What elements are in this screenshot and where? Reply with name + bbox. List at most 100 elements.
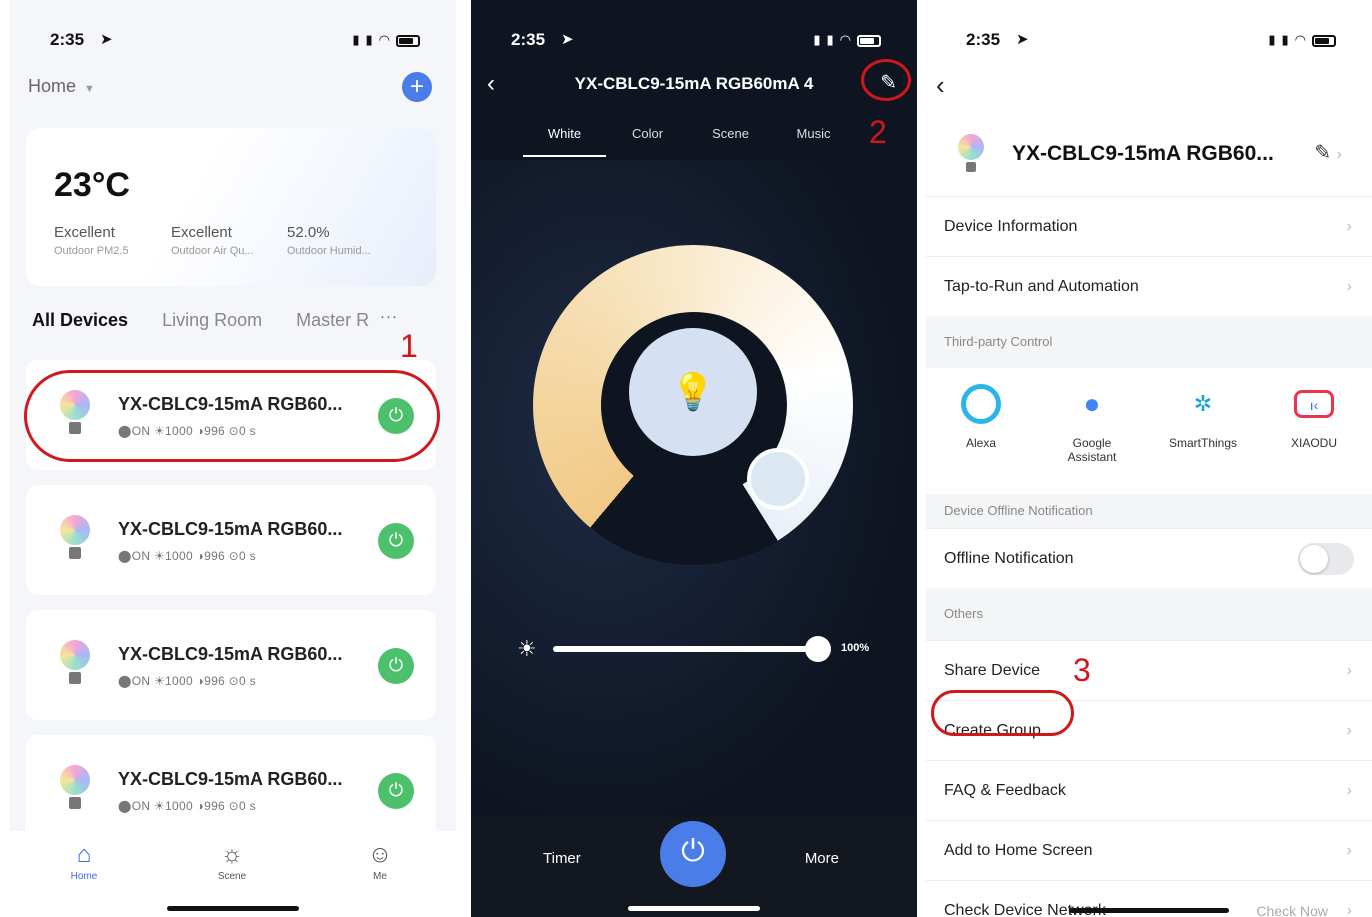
power-icon: ⏻	[681, 835, 705, 868]
chevron-down-icon: ▼	[84, 83, 95, 95]
device-card[interactable]: YX-CBLC9-15mA RGB60... ⬤ON ☀1000 ◑996 ⊙0…	[26, 610, 436, 720]
home-selector[interactable]: Home ▼	[28, 76, 95, 97]
battery-icon	[1312, 34, 1336, 47]
wheel-knob[interactable]	[747, 448, 809, 510]
add-device-button[interactable]: +	[402, 72, 432, 102]
stat-label: Outdoor Humid...	[287, 245, 371, 257]
wifi-icon: ◠	[1294, 32, 1312, 47]
device-title: YX-CBLC9-15mA RGB60mA 4	[574, 74, 814, 93]
third-party-google[interactable]: ● Google Assistant	[1037, 384, 1147, 464]
stat-value: 52.0%	[287, 224, 330, 241]
tab-master-room[interactable]: Master R	[296, 310, 369, 330]
stat-value: Excellent	[171, 224, 232, 241]
tab-music[interactable]: Music	[772, 126, 855, 141]
bulb-icon	[60, 765, 90, 811]
tab-scene[interactable]: Scene	[689, 126, 772, 141]
weather-stat: Excellent Outdoor PM2.5	[54, 224, 169, 257]
home-indicator	[628, 906, 760, 911]
chevron-right-icon: ›	[1346, 902, 1352, 917]
timer-button[interactable]: Timer	[543, 850, 581, 867]
tab-white[interactable]: White	[523, 126, 606, 157]
annotation-number-1: 1	[400, 328, 418, 364]
home-selector-label: Home	[28, 76, 77, 96]
signal-icon: ▮▮	[1268, 32, 1295, 47]
bulb-icon	[958, 134, 984, 174]
brightness-slider[interactable]	[553, 646, 821, 652]
device-meta: ⬤ON ☀1000 ◑996 ⊙0 s	[118, 799, 256, 813]
bulb-icon	[60, 640, 90, 686]
more-button[interactable]: More	[805, 850, 839, 867]
weather-stat: Excellent Outdoor Air Qu...	[171, 224, 286, 257]
main-power-button[interactable]: ⏻	[660, 821, 726, 887]
device-settings-screen: 2:35 ➤ ▮▮◠ ‹ YX-CBLC9-15mA RGB60... ✎ › D…	[926, 0, 1372, 917]
row-label: Tap-to-Run and Automation	[944, 278, 1139, 295]
edit-pencil-icon[interactable]: ✎ ›	[1314, 140, 1342, 165]
device-name: YX-CBLC9-15mA RGB60...	[1012, 142, 1274, 165]
row-label: Share Device	[944, 662, 1041, 679]
stat-label: Outdoor PM2.5	[54, 245, 129, 257]
section-header-offline: Device Offline Notification	[926, 494, 1372, 528]
power-icon: ⏻	[388, 780, 404, 800]
signal-icon: ▮▮	[352, 32, 379, 47]
room-tabs: All Devices Living Room Master R ···	[32, 308, 398, 330]
battery-icon	[857, 34, 881, 47]
third-party-label: Google Assistant	[1067, 436, 1117, 464]
annotation-number-3: 3	[1073, 652, 1091, 688]
row-faq-feedback[interactable]: FAQ & Feedback ›	[926, 760, 1372, 820]
offline-notification-toggle[interactable]	[1298, 543, 1354, 575]
house-icon: ⌂	[76, 841, 92, 868]
weather-card[interactable]: 23°C Excellent Outdoor PM2.5 Excellent Out…	[26, 128, 436, 286]
row-add-to-home-screen[interactable]: Add to Home Screen ›	[926, 820, 1372, 880]
power-button[interactable]: ⏻	[378, 648, 414, 684]
location-arrow-icon: ➤	[100, 31, 113, 48]
chevron-right-icon: ›	[1346, 218, 1352, 235]
wifi-icon: ◠	[839, 32, 857, 47]
status-time: 2:35	[50, 30, 85, 49]
row-tap-to-run[interactable]: Tap-to-Run and Automation ›	[926, 256, 1372, 316]
third-party-grid: · Alexa ● Google Assistant ✲ SmartThings ı‹…	[926, 368, 1372, 494]
status-bar: 2:35 ➤ ▮▮◠	[926, 22, 1372, 56]
weather-stat: 52.0% Outdoor Humid...	[287, 224, 402, 257]
alexa-icon: ·	[961, 384, 1001, 424]
tab-label: Me	[373, 871, 387, 882]
device-name: YX-CBLC9-15mA RGB60...	[118, 769, 343, 789]
annotation-ring-2	[861, 59, 911, 101]
row-device-information[interactable]: Device Information ›	[926, 196, 1372, 256]
tab-all-devices[interactable]: All Devices	[32, 310, 128, 330]
signal-icon: ▮▮	[813, 32, 840, 47]
annotation-ring-1	[24, 370, 440, 462]
location-arrow-icon: ➤	[561, 31, 574, 48]
brightness-sun-icon: ☀	[517, 636, 537, 661]
stat-label: Outdoor Air Qu...	[171, 245, 254, 257]
third-party-label: XIAODU	[1290, 436, 1337, 450]
section-header-third-party: Third-party Control	[926, 316, 1372, 368]
tab-label: Home	[70, 871, 98, 882]
google-assistant-icon: ●	[1083, 388, 1101, 419]
control-tabs: White Color Scene Music	[523, 126, 863, 157]
home-indicator	[1069, 908, 1229, 913]
chevron-right-icon: ›	[1346, 662, 1352, 679]
device-control-screen: 2:35 ➤ ▮▮◠ ‹ YX-CBLC9-15mA RGB60mA 4 ✎ Wh…	[471, 0, 917, 917]
power-button[interactable]: ⏻	[378, 523, 414, 559]
back-chevron-icon[interactable]: ‹	[936, 70, 945, 101]
temperature: 23°C	[54, 166, 130, 204]
power-button[interactable]: ⏻	[378, 773, 414, 809]
third-party-smartthings[interactable]: ✲ SmartThings	[1148, 384, 1258, 450]
chevron-right-icon: ›	[1346, 278, 1352, 295]
tab-home[interactable]: ⌂ Home	[44, 841, 124, 882]
device-card[interactable]: YX-CBLC9-15mA RGB60... ⬤ON ☀1000 ◑996 ⊙0…	[26, 735, 436, 845]
tab-me[interactable]: ☺ Me	[340, 841, 420, 882]
status-icons: ▮▮◠	[1268, 32, 1336, 48]
tab-living-room[interactable]: Living Room	[162, 310, 262, 330]
brightness-slider-thumb[interactable]	[805, 636, 831, 662]
third-party-label: SmartThings	[1168, 436, 1238, 450]
plus-icon: +	[409, 73, 424, 100]
third-party-alexa[interactable]: · Alexa	[926, 384, 1036, 450]
third-party-xiaodu[interactable]: ı‹ XIAODU	[1259, 384, 1369, 450]
tab-scene[interactable]: ☼ Scene	[192, 841, 272, 882]
third-party-label: Alexa	[965, 436, 997, 450]
tab-color[interactable]: Color	[606, 126, 689, 141]
device-card[interactable]: YX-CBLC9-15mA RGB60... ⬤ON ☀1000 ◑996 ⊙0…	[26, 485, 436, 595]
xiaodu-icon: ı‹	[1294, 390, 1334, 418]
chevron-right-icon: ›	[1346, 782, 1352, 799]
